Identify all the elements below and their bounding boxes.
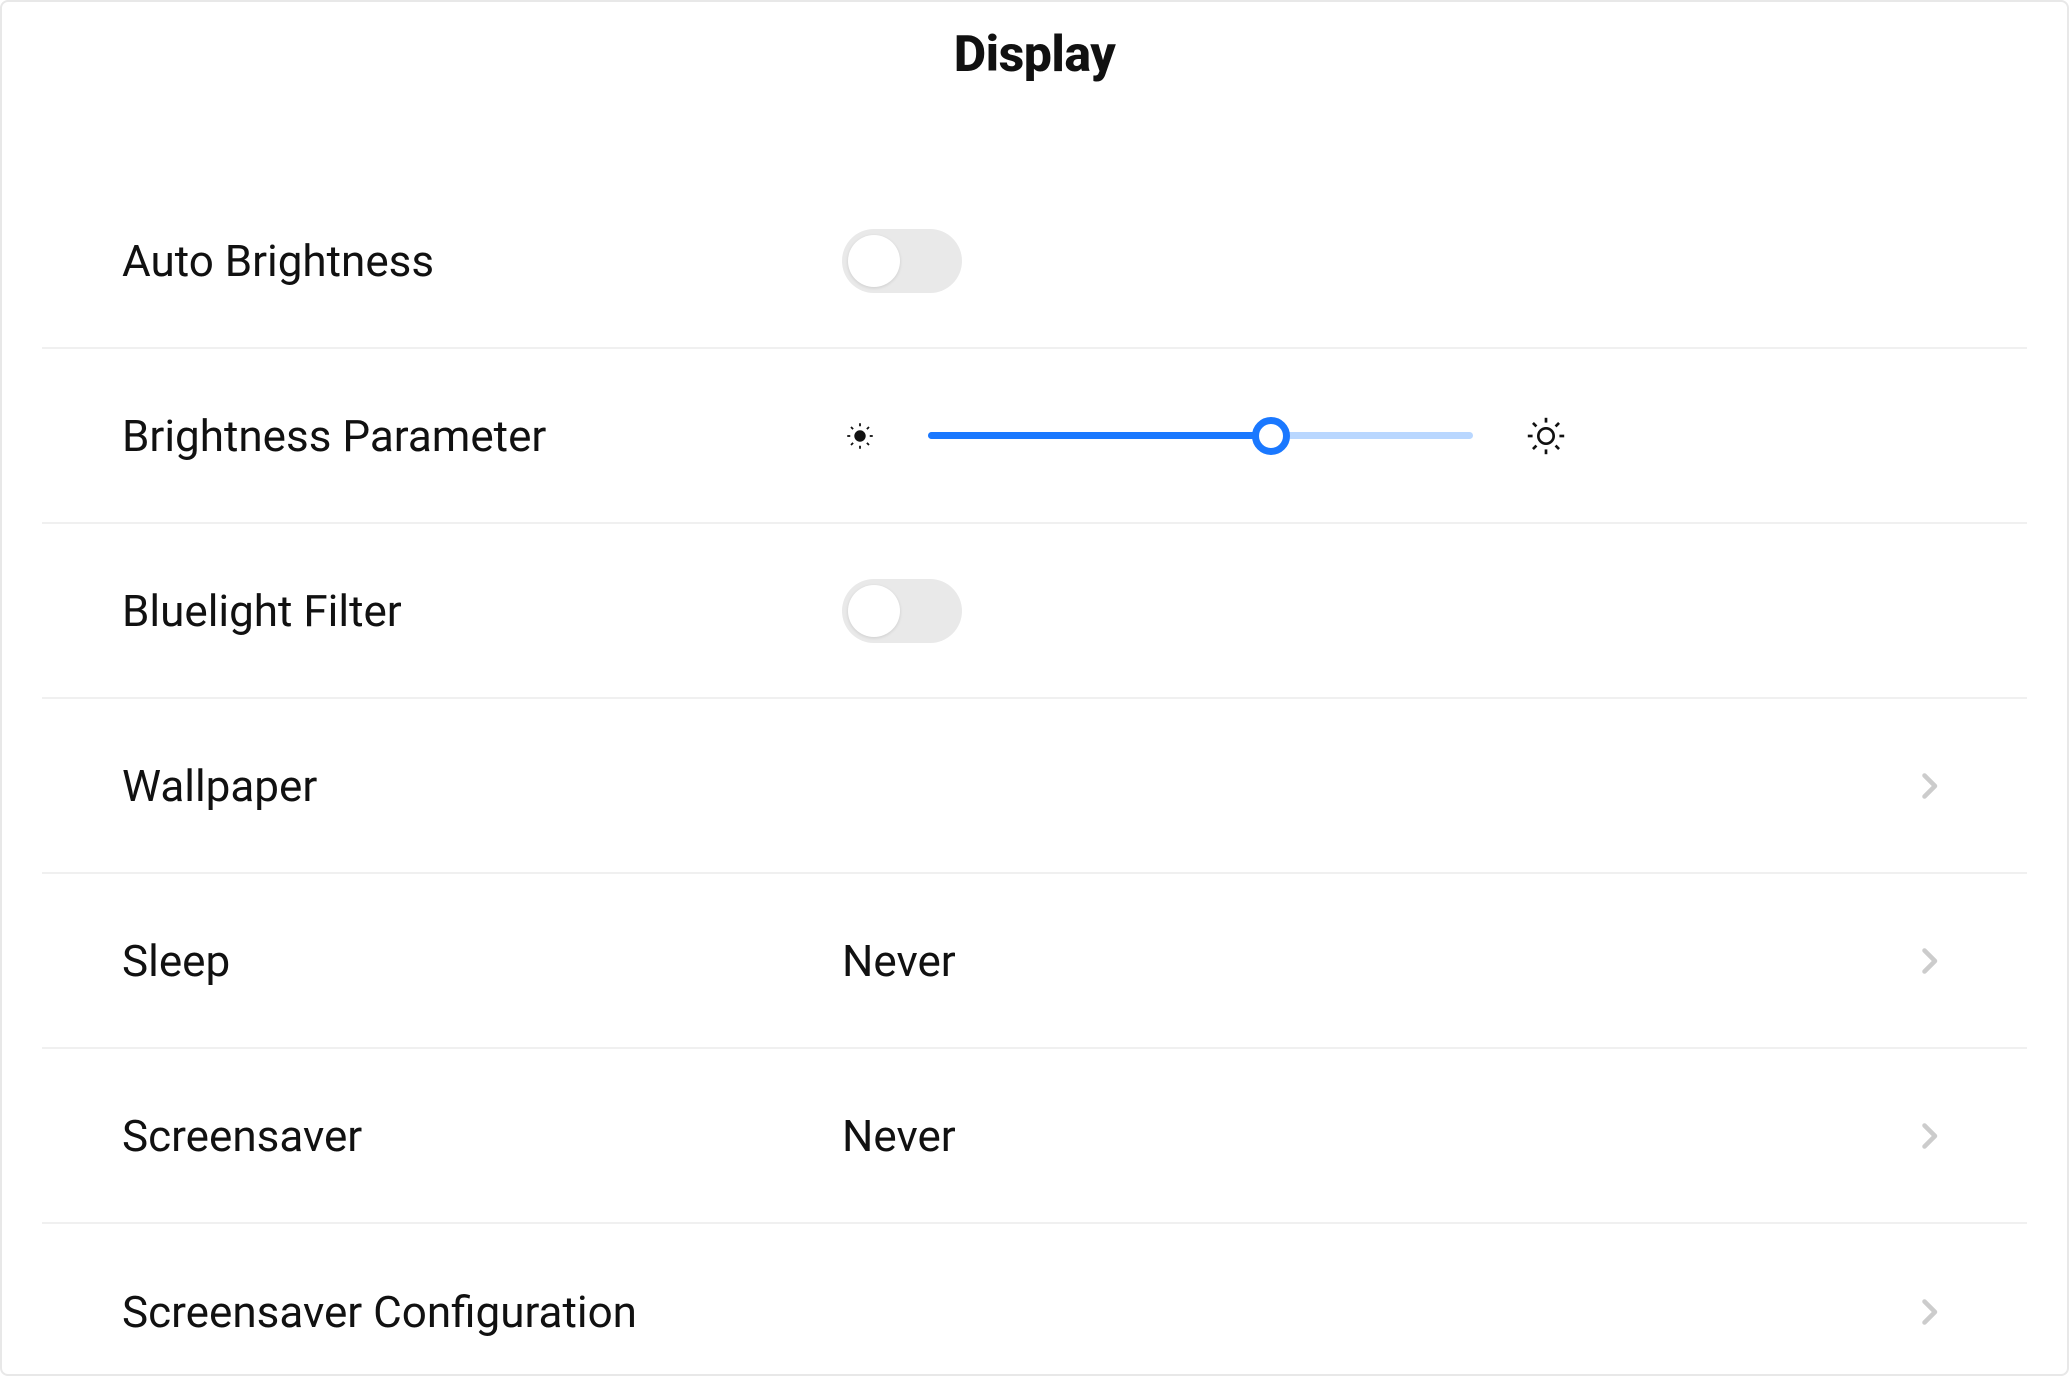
toggle-knob: [848, 585, 900, 637]
page-title: Display: [2, 26, 2067, 84]
row-bluelight-filter: Bluelight Filter: [42, 524, 2027, 699]
auto-brightness-toggle[interactable]: [842, 229, 962, 293]
bluelight-label: Bluelight Filter: [122, 585, 842, 637]
row-sleep[interactable]: Sleep Never: [42, 874, 2027, 1049]
chevron-right-icon: [1911, 1118, 1947, 1154]
sleep-value: Never: [842, 935, 956, 987]
slider-thumb[interactable]: [1252, 417, 1290, 455]
screensaver-value: Never: [842, 1110, 956, 1162]
slider-fill: [928, 432, 1271, 439]
chevron-right-icon: [1911, 943, 1947, 979]
toggle-knob: [848, 235, 900, 287]
display-settings-panel: Display Auto Brightness Brightness Param…: [0, 0, 2069, 1376]
sleep-label: Sleep: [122, 935, 842, 987]
slider-track: [928, 432, 1473, 439]
brightness-slider[interactable]: [928, 416, 1473, 456]
screensaver-config-label: Screensaver Configuration: [122, 1286, 842, 1338]
wallpaper-label: Wallpaper: [122, 760, 842, 812]
row-screensaver-configuration[interactable]: Screensaver Configuration: [42, 1224, 2027, 1399]
brightness-high-icon: [1523, 413, 1569, 459]
row-wallpaper[interactable]: Wallpaper: [42, 699, 2027, 874]
row-brightness-parameter: Brightness Parameter: [42, 349, 2027, 524]
auto-brightness-label: Auto Brightness: [122, 235, 842, 287]
bluelight-toggle[interactable]: [842, 579, 962, 643]
chevron-right-icon: [1911, 1294, 1947, 1330]
settings-list: Auto Brightness Brightness Parameter: [2, 174, 2067, 1399]
row-auto-brightness: Auto Brightness: [42, 174, 2027, 349]
brightness-label: Brightness Parameter: [122, 410, 842, 462]
screensaver-label: Screensaver: [122, 1110, 842, 1162]
row-screensaver[interactable]: Screensaver Never: [42, 1049, 2027, 1224]
chevron-right-icon: [1911, 768, 1947, 804]
brightness-low-icon: [842, 418, 878, 454]
brightness-slider-group: [842, 413, 1569, 459]
